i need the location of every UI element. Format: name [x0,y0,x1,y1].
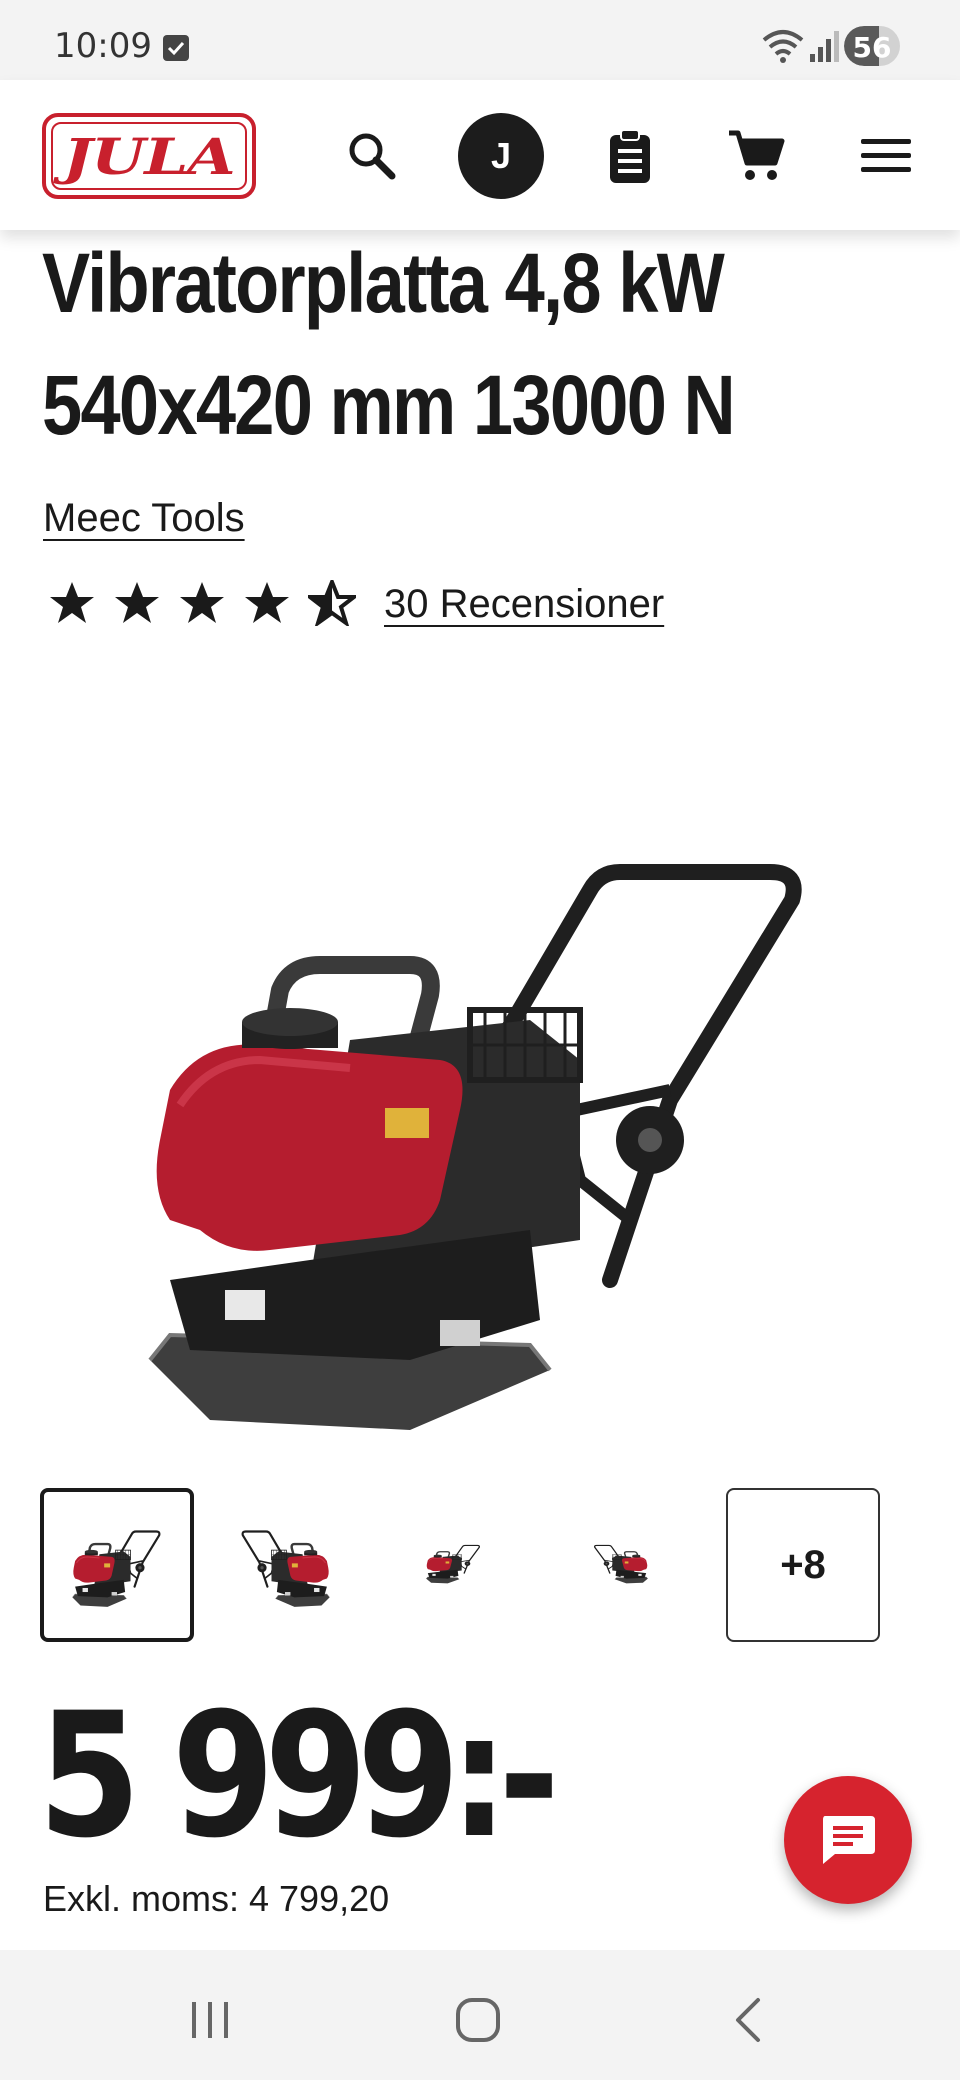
thumbnail-3[interactable] [376,1488,530,1642]
home-icon[interactable] [448,1990,508,2050]
recent-apps-icon[interactable] [180,1990,240,2050]
site-header: JULA J [0,80,960,230]
chat-icon [823,1816,875,1864]
star-icon [50,582,94,623]
logo-text: JULA [63,126,236,186]
half-star-icon [308,580,356,626]
system-navigation-bar [0,1950,960,2080]
status-time: 10:09 [54,26,152,66]
rating-stars[interactable] [48,580,356,626]
status-bar: 10:09 56 [0,0,960,80]
product-image[interactable] [110,720,850,1440]
thumbnail-gallery: +8 [40,1488,920,1642]
price-ex-vat: Exkl. moms: 4 799,20 [43,1878,390,1919]
signal-icon [810,31,839,62]
star-icon [180,582,224,623]
account-avatar[interactable]: J [458,113,544,199]
product-title-line1: Vibratorplatta 4,8 kW [42,236,725,330]
star-icon [245,582,289,623]
menu-icon[interactable] [856,126,916,186]
battery-level: 56 [852,31,892,64]
battery-icon: 56 [844,26,900,66]
product-price: 5 999:- [38,1675,560,1876]
cart-icon[interactable] [726,126,786,186]
product-title-line2: 540x420 mm 13000 N [42,358,736,452]
back-icon[interactable] [718,1990,778,2050]
thumbnail-1[interactable] [40,1488,194,1642]
brand-link[interactable]: Meec Tools [43,496,245,541]
shopping-list-icon[interactable] [600,126,660,186]
product-title: Vibratorplatta 4,8 kW 540x420 mm 13000 N [42,222,936,466]
chat-button[interactable] [784,1776,912,1904]
search-icon[interactable] [342,126,402,186]
wifi-icon [762,30,804,63]
thumbnail-4[interactable] [544,1488,698,1642]
reviews-link[interactable]: 30 Recensioner [384,582,664,627]
thumbnail-2[interactable] [208,1488,362,1642]
star-icon [115,582,159,623]
more-images-button[interactable]: +8 [726,1488,880,1642]
jula-logo[interactable]: JULA [42,113,256,199]
checkbox-notification-icon [163,35,189,61]
